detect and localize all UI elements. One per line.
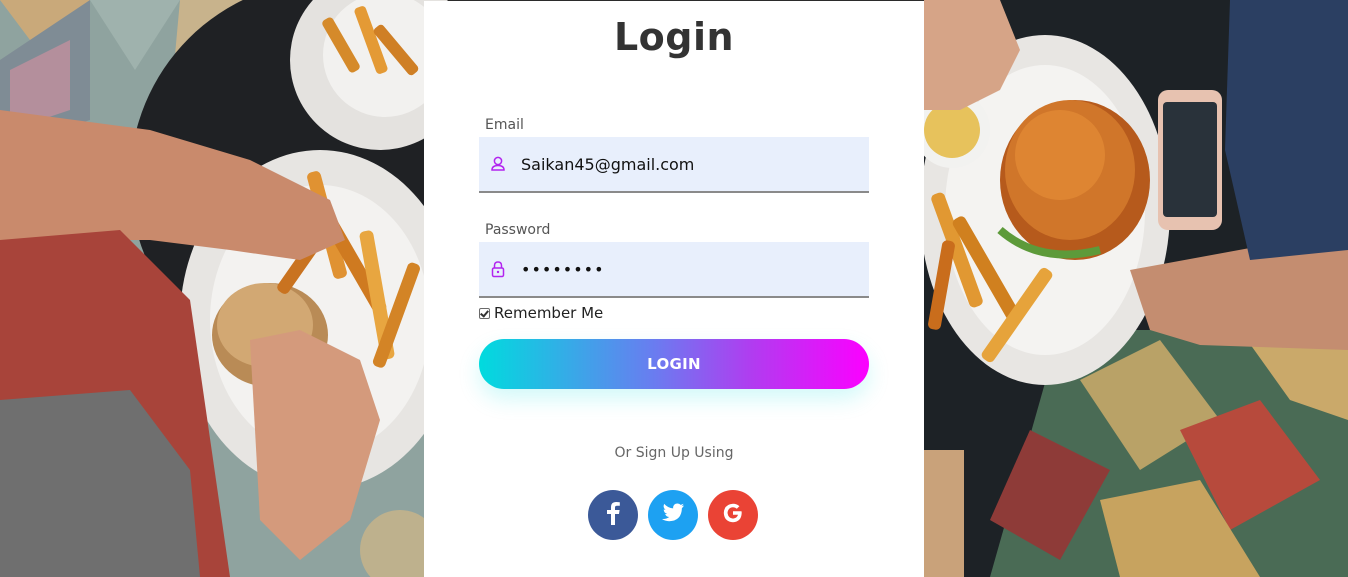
google-login-button[interactable] [708,490,758,540]
password-label: Password [485,222,551,238]
lock-icon [489,260,507,278]
remember-me-row[interactable]: Remember Me [479,304,603,322]
google-icon [721,501,745,529]
twitter-icon [661,503,685,527]
signup-text: Or Sign Up Using [614,445,734,461]
facebook-login-button[interactable] [588,490,638,540]
page-title: Login [613,15,735,59]
remember-me-checkbox[interactable] [479,307,490,319]
email-label: Email [485,117,524,133]
user-icon [489,155,507,173]
password-field-container[interactable] [479,242,869,298]
login-page: Login Email Password [0,0,1348,577]
login-button[interactable]: LOGIN [479,339,869,389]
email-field-container[interactable] [479,137,869,193]
email-input[interactable] [521,149,861,179]
twitter-login-button[interactable] [648,490,698,540]
password-input[interactable] [521,254,861,284]
login-card: Login Email Password [424,1,924,577]
facebook-icon [602,500,624,530]
remember-me-label: Remember Me [494,304,604,322]
social-login-row [588,490,758,540]
